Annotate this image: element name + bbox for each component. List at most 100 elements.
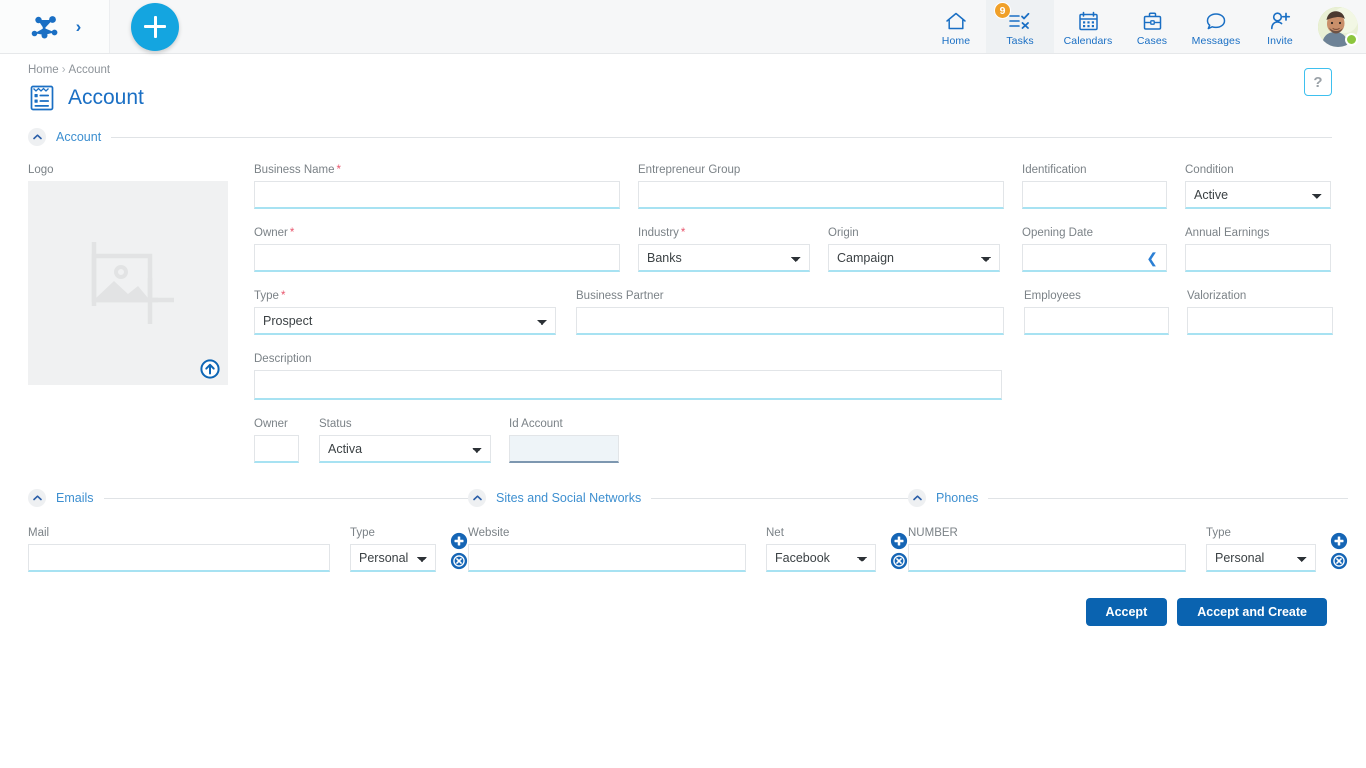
- network-logo-icon[interactable]: [28, 10, 62, 44]
- field-opening-date: Opening Date ❮: [1022, 227, 1167, 272]
- nav-item-invite[interactable]: Invite: [1250, 0, 1310, 53]
- business-partner-input[interactable]: [576, 307, 1004, 335]
- condition-select[interactable]: ActiveInactive: [1185, 181, 1331, 209]
- remove-circle-icon[interactable]: [1330, 552, 1348, 570]
- section-title-sites: Sites and Social Networks: [496, 491, 641, 505]
- top-navigation-bar: › Home 9: [0, 0, 1366, 54]
- opening-date-input[interactable]: [1022, 244, 1167, 272]
- logo-column: Logo: [28, 164, 254, 463]
- section-rule: [651, 498, 908, 499]
- owner-secondary-input[interactable]: [254, 435, 299, 463]
- nav-item-home[interactable]: Home: [926, 0, 986, 53]
- field-status: Status ActivaInactiva: [319, 418, 491, 463]
- mail-label: Mail: [28, 527, 330, 539]
- net-label: Net: [766, 527, 876, 539]
- entrepreneur-group-label: Entrepreneur Group: [638, 164, 1004, 176]
- id-account-input: [509, 435, 619, 463]
- entrepreneur-group-input[interactable]: [638, 181, 1004, 209]
- origin-label: Origin: [828, 227, 1000, 239]
- accept-and-create-button[interactable]: Accept and Create: [1177, 598, 1327, 626]
- add-circle-icon[interactable]: [450, 532, 468, 550]
- field-valorization: Valorization: [1187, 290, 1333, 335]
- collapse-toggle-account[interactable]: [28, 128, 46, 146]
- breadcrumb-home[interactable]: Home: [28, 64, 59, 76]
- phone-number-input[interactable]: [908, 544, 1186, 572]
- owner-input[interactable]: [254, 244, 620, 272]
- field-business-partner: Business Partner: [576, 290, 1004, 335]
- form-row-5: Owner Status ActivaInactiva Id Account: [254, 418, 1333, 463]
- remove-circle-icon[interactable]: [890, 552, 908, 570]
- business-name-input[interactable]: [254, 181, 620, 209]
- section-header-sites: Sites and Social Networks: [468, 489, 908, 507]
- nav-item-calendars[interactable]: Calendars: [1054, 0, 1122, 53]
- chevron-right-icon[interactable]: ›: [76, 18, 82, 35]
- section-header-emails: Emails: [28, 489, 468, 507]
- description-input[interactable]: [254, 370, 1002, 400]
- calendar-icon: [1078, 10, 1099, 32]
- image-placeholder-icon: [80, 238, 176, 328]
- field-description: Description: [254, 353, 1002, 400]
- section-sites: Sites and Social Networks Website Net Fa…: [468, 489, 908, 572]
- section-rule: [104, 498, 468, 499]
- phone-number-label: NUMBER: [908, 527, 1186, 539]
- collapse-toggle-emails[interactable]: [28, 489, 46, 507]
- nav-label: Invite: [1267, 35, 1293, 47]
- phone-type-select[interactable]: PersonalWorkMobile: [1206, 544, 1316, 572]
- help-button[interactable]: ?: [1304, 68, 1332, 96]
- field-net: Net FacebookTwitterLinkedInInstagram: [766, 527, 876, 572]
- add-new-wrapper: [110, 0, 200, 53]
- form-row-3: Type* ProspectCustomerPartner Business P…: [254, 290, 1333, 335]
- mail-input[interactable]: [28, 544, 330, 572]
- add-circle-icon[interactable]: [1330, 532, 1348, 550]
- phone-type-label: Type: [1206, 527, 1316, 539]
- remove-circle-icon[interactable]: [450, 552, 468, 570]
- collapse-toggle-phones[interactable]: [908, 489, 926, 507]
- field-phone-number: NUMBER: [908, 527, 1186, 572]
- valorization-input[interactable]: [1187, 307, 1333, 335]
- annual-earnings-input[interactable]: [1185, 244, 1331, 272]
- identification-input[interactable]: [1022, 181, 1167, 209]
- website-input[interactable]: [468, 544, 746, 572]
- nav-label: Home: [942, 35, 970, 47]
- account-form: Account Logo: [0, 112, 1366, 463]
- net-select[interactable]: FacebookTwitterLinkedInInstagram: [766, 544, 876, 572]
- avatar[interactable]: [1310, 0, 1366, 53]
- employees-input[interactable]: [1024, 307, 1169, 335]
- field-owner: Owner*: [254, 227, 620, 272]
- accept-button[interactable]: Accept: [1086, 598, 1168, 626]
- upload-arrow-icon[interactable]: [200, 359, 220, 379]
- origin-select[interactable]: CampaignReferralWebEvent: [828, 244, 1000, 272]
- required-marker: *: [281, 290, 285, 302]
- nav-label: Calendars: [1064, 35, 1113, 47]
- section-emails: Emails Mail Type PersonalWorkOther: [28, 489, 468, 572]
- briefcase-icon: [1142, 10, 1163, 32]
- field-website: Website: [468, 527, 746, 572]
- sites-actions: [890, 532, 908, 572]
- brand-cell: ›: [0, 0, 110, 53]
- required-marker: *: [337, 164, 341, 176]
- employees-label: Employees: [1024, 290, 1169, 302]
- mail-type-select[interactable]: PersonalWorkOther: [350, 544, 436, 572]
- description-label: Description: [254, 353, 1002, 365]
- account-grid: Logo: [28, 164, 1332, 463]
- status-select[interactable]: ActivaInactiva: [319, 435, 491, 463]
- nav-item-cases[interactable]: Cases: [1122, 0, 1182, 53]
- collapse-toggle-sites[interactable]: [468, 489, 486, 507]
- page-title: Account: [68, 86, 144, 110]
- nav-item-messages[interactable]: Messages: [1182, 0, 1250, 53]
- section-title-account: Account: [56, 130, 101, 144]
- type-select[interactable]: ProspectCustomerPartner: [254, 307, 556, 335]
- field-condition: Condition ActiveInactive: [1185, 164, 1331, 209]
- nav-label: Messages: [1192, 35, 1241, 47]
- add-circle-icon[interactable]: [890, 532, 908, 550]
- required-marker: *: [681, 227, 685, 239]
- logo-dropzone[interactable]: [28, 181, 228, 385]
- add-new-button[interactable]: [131, 3, 179, 51]
- nav-item-tasks[interactable]: 9 Tasks: [986, 0, 1054, 53]
- logo-label: Logo: [28, 164, 254, 176]
- section-title-phones: Phones: [936, 491, 978, 505]
- industry-select[interactable]: BanksInsuranceRetailTechnology: [638, 244, 810, 272]
- tasks-icon: [1008, 10, 1032, 32]
- fields-column: Business Name* Entrepreneur Group Identi…: [254, 164, 1333, 463]
- sites-row: Website Net FacebookTwitterLinkedInInsta…: [468, 527, 908, 572]
